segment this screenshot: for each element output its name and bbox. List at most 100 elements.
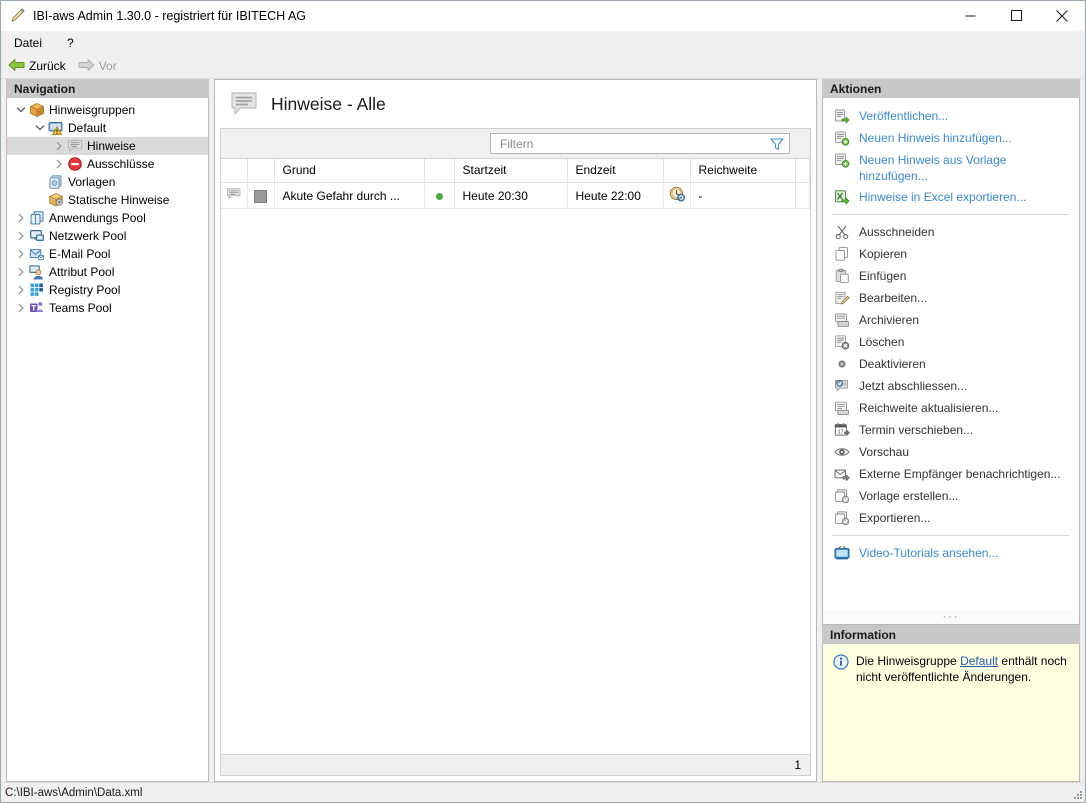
- col-status[interactable]: [424, 159, 454, 183]
- col-startzeit[interactable]: Startzeit: [454, 159, 567, 183]
- action-video-tutorials-ansehen[interactable]: Video-Tutorials ansehen...: [823, 542, 1079, 564]
- filter-input[interactable]: [498, 136, 765, 152]
- sidebar-item-label: Attribut Pool: [49, 265, 114, 279]
- sidebar-item-ausschlüsse[interactable]: Ausschlüsse: [7, 155, 208, 173]
- grid-table: Grund StartzeitEndzeit Reichweite Akute Ge…: [221, 159, 810, 209]
- sidebar-item-anwendungs-pool[interactable]: Anwendungs Pool: [7, 209, 208, 227]
- action-kopieren[interactable]: Kopieren: [823, 243, 1079, 265]
- info-icon: [833, 654, 849, 670]
- grid-footer: 1: [221, 754, 810, 775]
- action-deaktivieren[interactable]: Deaktivieren: [823, 353, 1079, 375]
- row-color-swatch-cell: [247, 183, 274, 209]
- filter-box[interactable]: [490, 133, 790, 154]
- action-neuen-hinweis-hinzufügen[interactable]: Neuen Hinweis hinzufügen...: [823, 127, 1079, 149]
- screen-warning-icon: [47, 120, 64, 136]
- maximize-button[interactable]: [993, 1, 1039, 31]
- back-button[interactable]: Zurück: [8, 58, 66, 75]
- static-notes-icon: [47, 192, 64, 208]
- sidebar-item-attribut-pool[interactable]: Attribut Pool: [7, 263, 208, 281]
- action-label: Veröffentlichen...: [859, 107, 948, 124]
- actions-header: Aktionen: [822, 79, 1080, 98]
- forward-button[interactable]: Vor: [78, 58, 117, 75]
- sidebar-item-teams-pool[interactable]: Teams Pool: [7, 299, 208, 317]
- clock-refresh-icon: [669, 191, 685, 205]
- sidebar-item-netzwerk-pool[interactable]: Netzwerk Pool: [7, 227, 208, 245]
- chevron-right-icon[interactable]: [51, 156, 66, 172]
- refresh-scope-icon: [832, 399, 852, 417]
- forward-label: Vor: [99, 59, 117, 73]
- action-termin-verschieben[interactable]: 17 Termin verschieben...: [823, 419, 1079, 441]
- action-externe-empfänger-benachrichtigen[interactable]: Externe Empfänger benachrichtigen...: [823, 463, 1079, 485]
- sidebar-item-vorlagen[interactable]: Vorlagen: [7, 173, 208, 191]
- menu-help[interactable]: ?: [65, 34, 83, 52]
- note-add-icon: [832, 129, 852, 147]
- window-resize-grip[interactable]: [1071, 788, 1083, 800]
- menu-datei[interactable]: Datei: [12, 34, 51, 52]
- edit-pencil-icon: [832, 289, 852, 307]
- action-label: Externe Empfänger benachrichtigen...: [859, 465, 1060, 482]
- user-attr-icon: [28, 264, 45, 280]
- grid-empty-area: [221, 209, 810, 754]
- calendar-move-icon: 17: [832, 421, 852, 439]
- paste-icon: [832, 267, 852, 285]
- chevron-right-icon[interactable]: [13, 300, 28, 316]
- col-endzeit[interactable]: Endzeit: [567, 159, 663, 183]
- funnel-icon[interactable]: [769, 136, 785, 152]
- action-neuen-hinweis-aus-vorlage-hinzufügen[interactable]: Neuen Hinweis aus Vorlage hinzufügen...: [823, 149, 1079, 186]
- complete-now-icon: [832, 377, 852, 395]
- col-color-swatch[interactable]: [247, 159, 274, 183]
- col-grund[interactable]: Grund: [274, 159, 424, 183]
- info-link-default[interactable]: Default: [960, 654, 998, 668]
- panel-resize-grip[interactable]: ···: [823, 610, 1079, 624]
- close-button[interactable]: [1039, 1, 1085, 31]
- col-spacer[interactable]: [795, 159, 810, 183]
- action-bearbeiten[interactable]: Bearbeiten...: [823, 287, 1079, 309]
- chevron-right-icon[interactable]: [51, 138, 66, 154]
- row-schedule-icon-cell: [663, 183, 690, 209]
- app-icon: [10, 8, 26, 24]
- action-löschen[interactable]: Löschen: [823, 331, 1079, 353]
- chevron-right-icon[interactable]: [13, 210, 28, 226]
- notes-icon: [66, 138, 83, 154]
- chevron-down-icon[interactable]: [32, 120, 47, 136]
- action-vorschau[interactable]: Vorschau: [823, 441, 1079, 463]
- chevron-right-icon[interactable]: [13, 264, 28, 280]
- sidebar-item-hinweise[interactable]: Hinweise: [7, 137, 208, 155]
- action-label: Ausschneiden: [859, 223, 934, 240]
- chevron-right-icon[interactable]: [13, 228, 28, 244]
- table-row[interactable]: Akute Gefahr durch ...Heute 20:30Heute 2…: [221, 183, 810, 209]
- sidebar-item-label: Hinweise: [87, 139, 136, 153]
- action-label: Hinweise in Excel exportieren...: [859, 188, 1026, 205]
- sidebar-item-hinweisgruppen[interactable]: Hinweisgruppen: [7, 101, 208, 119]
- action-veröffentlichen[interactable]: Veröffentlichen...: [823, 105, 1079, 127]
- col-reichweite[interactable]: Reichweite: [690, 159, 795, 183]
- sidebar-item-default[interactable]: Default: [7, 119, 208, 137]
- action-exportieren[interactable]: Exportieren...: [823, 507, 1079, 529]
- sidebar-item-e-mail-pool[interactable]: E-Mail Pool: [7, 245, 208, 263]
- teams-icon: [28, 300, 45, 316]
- action-vorlage-erstellen[interactable]: Vorlage erstellen...: [823, 485, 1079, 507]
- grid-filter-bar: [221, 129, 810, 159]
- column-header-label: Reichweite: [699, 163, 758, 177]
- row-grund-cell: Akute Gefahr durch ...: [274, 183, 424, 209]
- action-ausschneiden[interactable]: Ausschneiden: [823, 221, 1079, 243]
- sidebar-item-statische-hinweise[interactable]: Statische Hinweise: [7, 191, 208, 209]
- navigation-pane: Navigation Hinweisgruppen Default Hinwei…: [6, 79, 209, 782]
- chevron-down-icon[interactable]: [13, 102, 28, 118]
- delete-icon: [832, 333, 852, 351]
- chevron-right-icon[interactable]: [13, 282, 28, 298]
- navigation-tree[interactable]: Hinweisgruppen Default Hinweise Ausschlü…: [6, 98, 209, 782]
- action-einfügen[interactable]: Einfügen: [823, 265, 1079, 287]
- package-icon: [28, 102, 45, 118]
- action-hinweise-in-excel-exportieren[interactable]: Hinweise in Excel exportieren...: [823, 186, 1079, 208]
- content-header: Hinweise - Alle: [215, 80, 816, 128]
- content-pane: Hinweise - Alle GrundStartze: [214, 79, 817, 782]
- sidebar-item-registry-pool[interactable]: Registry Pool: [7, 281, 208, 299]
- col-type-icon[interactable]: [221, 159, 247, 183]
- col-schedule[interactable]: [663, 159, 690, 183]
- action-jetzt-abschliessen[interactable]: Jetzt abschliessen...: [823, 375, 1079, 397]
- chevron-right-icon[interactable]: [13, 246, 28, 262]
- action-archivieren[interactable]: Archivieren: [823, 309, 1079, 331]
- minimize-button[interactable]: [947, 1, 993, 31]
- action-reichweite-aktualisieren[interactable]: Reichweite aktualisieren...: [823, 397, 1079, 419]
